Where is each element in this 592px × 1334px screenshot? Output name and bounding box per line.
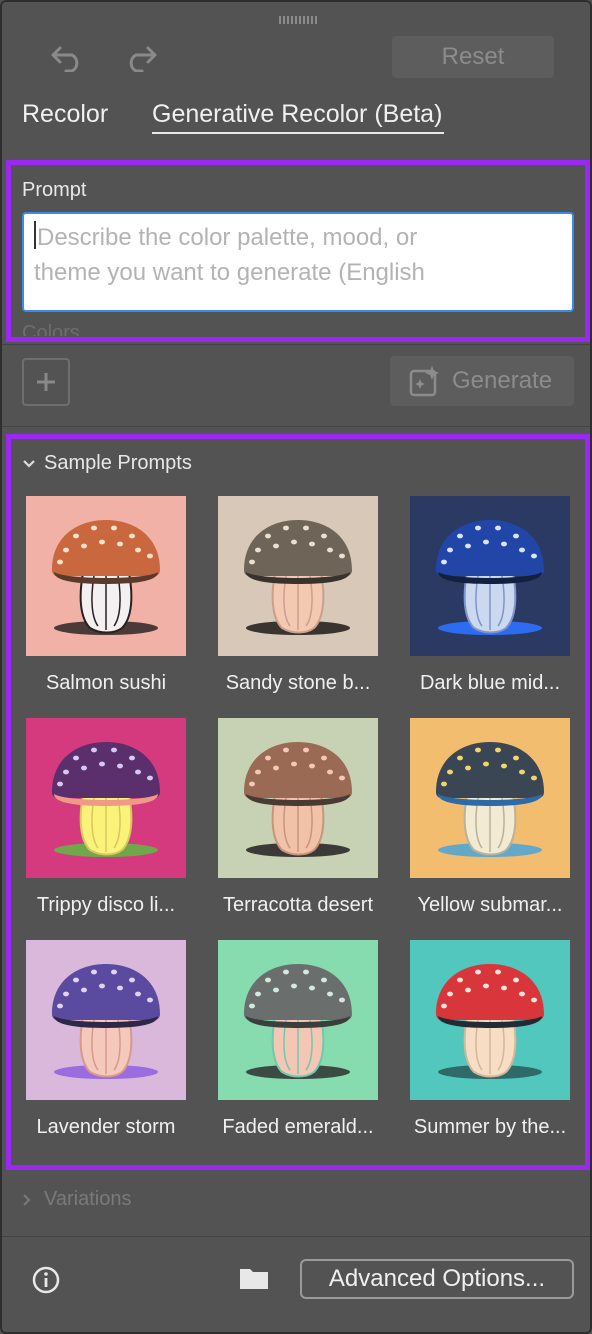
colors-label: Colors bbox=[22, 322, 80, 336]
mushroom-thumbnail bbox=[410, 718, 570, 878]
prompt-input[interactable]: Describe the color palette, mood, or the… bbox=[22, 212, 574, 312]
tab-generative-recolor[interactable]: Generative Recolor (Beta) bbox=[152, 100, 442, 129]
generate-button[interactable]: Generate bbox=[390, 356, 574, 406]
sample-prompt-tile[interactable]: Yellow submar... bbox=[402, 718, 578, 918]
plus-icon bbox=[37, 373, 55, 391]
sample-prompt-label: Summer by the... bbox=[413, 1116, 567, 1138]
sample-prompt-tile[interactable]: Summer by the... bbox=[402, 940, 578, 1140]
sample-prompt-tile[interactable]: Sandy stone b... bbox=[210, 496, 386, 696]
sample-prompt-tile[interactable]: Faded emerald... bbox=[210, 940, 386, 1140]
mushroom-thumbnail bbox=[26, 496, 186, 656]
add-color-button[interactable] bbox=[22, 358, 70, 406]
sample-prompt-label: Terracotta desert bbox=[222, 894, 374, 916]
mushroom-thumbnail bbox=[26, 940, 186, 1100]
generate-label: Generate bbox=[452, 367, 553, 394]
info-icon[interactable] bbox=[26, 1260, 66, 1300]
sample-prompts-header[interactable]: Sample Prompts bbox=[22, 452, 192, 475]
sample-prompt-label: Trippy disco li... bbox=[36, 894, 176, 916]
divider bbox=[2, 344, 590, 345]
advanced-options-button[interactable]: Advanced Options... bbox=[300, 1259, 574, 1299]
variations-header[interactable]: Variations bbox=[22, 1188, 131, 1211]
folder-icon[interactable] bbox=[234, 1258, 274, 1298]
panel-grip-handle[interactable] bbox=[279, 16, 317, 24]
active-tab-underline bbox=[152, 132, 444, 134]
variations-label: Variations bbox=[44, 1188, 132, 1210]
generate-sparkle-icon bbox=[409, 366, 439, 397]
generative-recolor-panel: Reset Recolor Generative Recolor (Beta) … bbox=[0, 0, 592, 1334]
chevron-down-icon bbox=[23, 459, 35, 468]
mushroom-thumbnail bbox=[410, 940, 570, 1100]
sample-prompt-label: Sandy stone b... bbox=[225, 672, 371, 694]
sample-prompt-tile[interactable]: Salmon sushi bbox=[18, 496, 194, 696]
mushroom-thumbnail bbox=[218, 718, 378, 878]
undo-icon[interactable] bbox=[48, 38, 88, 78]
sample-prompt-tile[interactable]: Trippy disco li... bbox=[18, 718, 194, 918]
tab-recolor[interactable]: Recolor bbox=[22, 100, 108, 129]
prompt-label: Prompt bbox=[22, 179, 87, 201]
sample-prompt-label: Lavender storm bbox=[36, 1116, 176, 1138]
sample-prompts-label: Sample Prompts bbox=[44, 452, 192, 474]
divider bbox=[2, 426, 590, 427]
sample-prompt-label: Salmon sushi bbox=[45, 672, 167, 694]
sample-prompt-label: Yellow submar... bbox=[417, 894, 563, 916]
chevron-right-icon bbox=[23, 1193, 31, 1206]
mushroom-thumbnail bbox=[26, 718, 186, 878]
mushroom-thumbnail bbox=[410, 496, 570, 656]
divider bbox=[2, 1236, 590, 1237]
sample-prompt-tile[interactable]: Lavender storm bbox=[18, 940, 194, 1140]
sample-prompt-tile[interactable]: Terracotta desert bbox=[210, 718, 386, 918]
sample-prompt-label: Faded emerald... bbox=[222, 1116, 374, 1138]
sample-prompt-tile[interactable]: Dark blue mid... bbox=[402, 496, 578, 696]
mushroom-thumbnail bbox=[218, 496, 378, 656]
prompt-placeholder-line-1: Describe the color palette, mood, or bbox=[34, 220, 562, 255]
sample-prompt-label: Dark blue mid... bbox=[419, 672, 561, 694]
prompt-placeholder-line-2: theme you want to generate (English bbox=[34, 259, 425, 286]
mushroom-thumbnail bbox=[218, 940, 378, 1100]
redo-icon[interactable] bbox=[120, 38, 160, 78]
reset-button[interactable]: Reset bbox=[392, 36, 554, 78]
